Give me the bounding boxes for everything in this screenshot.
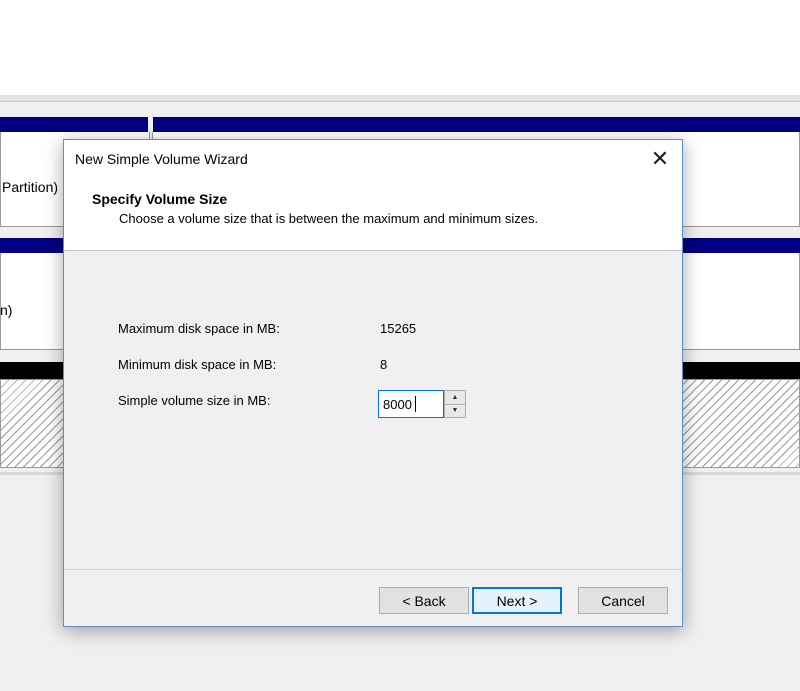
footer-divider bbox=[64, 569, 682, 570]
volume-size-stepper[interactable]: ▲ ▼ bbox=[378, 390, 468, 418]
partition-label: Partition) bbox=[2, 179, 59, 195]
volume-size-label: Simple volume size in MB: bbox=[118, 393, 271, 408]
max-space-label: Maximum disk space in MB: bbox=[118, 321, 280, 336]
min-space-label: Minimum disk space in MB: bbox=[118, 357, 277, 372]
partition-bar bbox=[153, 117, 800, 132]
disk-list-border bbox=[0, 95, 800, 102]
caret-up-icon: ▲ bbox=[451, 394, 459, 401]
partition-bar bbox=[0, 117, 148, 132]
stepper-buttons: ▲ ▼ bbox=[444, 390, 466, 418]
cancel-button[interactable]: Cancel bbox=[578, 587, 668, 614]
partition-label: n) bbox=[0, 302, 13, 318]
text-cursor bbox=[415, 396, 416, 412]
dialog-title: New Simple Volume Wizard bbox=[75, 151, 248, 167]
next-button[interactable]: Next > bbox=[472, 587, 562, 614]
wizard-header: Specify Volume Size Choose a volume size… bbox=[64, 178, 682, 251]
max-space-value: 15265 bbox=[380, 321, 417, 336]
back-button[interactable]: < Back bbox=[379, 587, 469, 614]
page-title: Specify Volume Size bbox=[92, 191, 228, 207]
dialog-titlebar[interactable]: New Simple Volume Wizard ✕ bbox=[64, 140, 682, 178]
page-subtitle: Choose a volume size that is between the… bbox=[119, 211, 539, 226]
stepper-down-button[interactable]: ▼ bbox=[445, 404, 465, 417]
caret-down-icon: ▼ bbox=[451, 407, 459, 414]
new-simple-volume-wizard: New Simple Volume Wizard ✕ Specify Volum… bbox=[63, 139, 683, 627]
volume-size-input[interactable] bbox=[378, 390, 444, 418]
close-button[interactable]: ✕ bbox=[644, 144, 676, 174]
min-space-value: 8 bbox=[380, 357, 388, 372]
close-icon: ✕ bbox=[650, 146, 670, 171]
stepper-up-button[interactable]: ▲ bbox=[445, 391, 465, 405]
